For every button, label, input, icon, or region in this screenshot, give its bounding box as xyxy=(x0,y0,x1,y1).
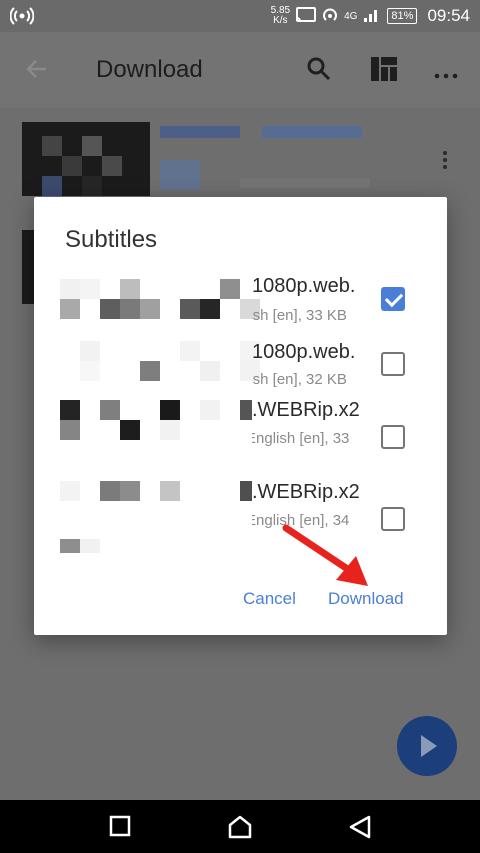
network-type-label: 4G xyxy=(344,10,358,22)
status-bar: 5.85 K/s 4G 81% 09:54 xyxy=(0,0,480,32)
recents-icon[interactable] xyxy=(108,814,132,843)
search-icon[interactable] xyxy=(306,56,332,87)
hotspot-small-icon xyxy=(322,7,338,26)
subtitle-details: lish [en], 32 KB xyxy=(252,371,347,388)
more-horizontal-icon[interactable] xyxy=(434,66,458,84)
subtitle-filename: .WEBRip.x2 xyxy=(252,481,360,503)
list-item-meta xyxy=(160,160,200,190)
system-nav-bar xyxy=(0,800,480,853)
network-speed: 5.85 K/s xyxy=(270,5,291,26)
video-thumbnail[interactable] xyxy=(22,122,150,196)
subtitle-checkbox[interactable] xyxy=(381,287,405,311)
annotation-arrow-icon xyxy=(282,524,368,586)
dialog-title: Subtitles xyxy=(65,226,158,253)
list-item-title xyxy=(262,126,362,138)
cast-icon xyxy=(296,6,317,26)
blurred-filename xyxy=(34,479,254,553)
subtitle-filename: 1080p.web. xyxy=(252,275,356,297)
back-arrow-icon[interactable] xyxy=(24,56,50,89)
page-title: Download xyxy=(96,56,203,83)
layout-icon[interactable] xyxy=(370,56,398,87)
subtitle-checkbox[interactable] xyxy=(381,425,405,449)
signal-icon xyxy=(363,7,381,26)
more-vertical-icon[interactable] xyxy=(442,150,448,176)
back-nav-icon[interactable] xyxy=(348,814,372,845)
blurred-filename xyxy=(34,397,254,467)
subtitle-details: lish [en], 33 KB xyxy=(252,307,347,324)
hotspot-icon xyxy=(9,6,35,31)
play-fab-button[interactable] xyxy=(397,716,457,776)
app-bar: Download xyxy=(0,32,480,108)
subtitle-filename: 1080p.web. xyxy=(252,341,356,363)
subtitle-option[interactable]: 1080p.web. lish [en], 33 KB xyxy=(34,269,447,339)
blurred-filename xyxy=(34,335,260,405)
list-item-title xyxy=(160,126,240,138)
subtitle-details: English [en], 33 xyxy=(252,430,350,447)
subtitle-checkbox[interactable] xyxy=(381,352,405,376)
home-icon[interactable] xyxy=(227,814,253,845)
subtitle-filename: .WEBRip.x2 xyxy=(252,399,360,421)
battery-indicator: 81% xyxy=(387,8,418,24)
list-item-meta xyxy=(240,178,370,188)
subtitle-option[interactable]: .WEBRip.x2 English [en], 33 xyxy=(34,397,447,467)
clock: 09:54 xyxy=(427,6,470,25)
subtitle-option[interactable]: 1080p.web. lish [en], 32 KB xyxy=(34,335,447,405)
blurred-filename xyxy=(34,269,260,339)
